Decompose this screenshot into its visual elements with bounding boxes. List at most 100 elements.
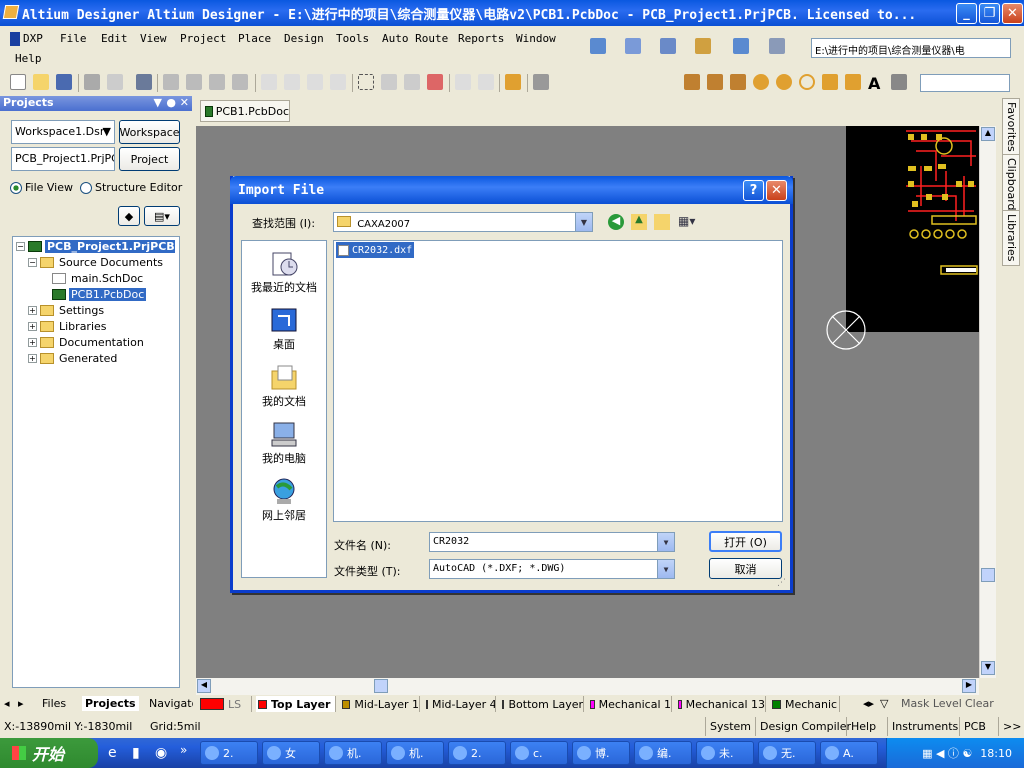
menu-design[interactable]: Design [284, 32, 324, 45]
interactive-route-icon[interactable] [590, 38, 606, 54]
deselect-icon[interactable] [404, 74, 420, 90]
undo-icon[interactable] [455, 74, 471, 90]
quicklaunch-more-icon[interactable]: » [180, 743, 187, 757]
layers-icon[interactable] [136, 74, 152, 90]
hscroll-thumb[interactable] [374, 679, 388, 693]
via-icon[interactable] [776, 74, 792, 90]
align-icon[interactable] [625, 38, 641, 54]
layer-tab[interactable]: Top Layer [256, 696, 336, 712]
fill-icon[interactable] [822, 74, 838, 90]
zoom-fit-icon[interactable] [163, 74, 179, 90]
taskbar-window-button[interactable]: 机. [324, 741, 382, 765]
layer-tab[interactable]: Mechanical 13 [676, 696, 766, 712]
scroll-right-icon[interactable]: ▶ [962, 679, 976, 693]
differential-pair-icon[interactable] [730, 74, 746, 90]
place-network[interactable]: 网上邻居 [242, 477, 326, 523]
rubber-stamp-icon[interactable] [330, 74, 346, 90]
print-icon[interactable] [84, 74, 100, 90]
cross-probe-icon[interactable] [505, 74, 521, 90]
scroll-up-icon[interactable]: ▲ [981, 127, 995, 141]
panel-close-icon[interactable]: ✕ [180, 96, 189, 109]
dialog-close-button[interactable]: ✕ [766, 180, 787, 201]
layer-tab[interactable]: LS [198, 696, 252, 712]
expand-icon[interactable]: + [28, 337, 37, 347]
taskbar-window-button[interactable]: 机. [386, 741, 444, 765]
tree-item[interactable]: + Libraries [28, 318, 109, 334]
pin-icon[interactable]: ● [166, 96, 176, 109]
media-quicklaunch-icon[interactable]: ◉ [155, 745, 167, 761]
expand-icon[interactable]: + [28, 305, 37, 315]
status-instruments-button[interactable]: Instruments [887, 717, 962, 736]
resize-grip-icon[interactable]: ⋰ [777, 578, 786, 588]
redo-icon[interactable] [478, 74, 494, 90]
open-button[interactable]: 打开 (O) [709, 531, 782, 552]
project-combo[interactable]: PCB_Project1.PrjPCB [11, 147, 115, 171]
mask-level-button[interactable]: Mask Level [901, 697, 962, 710]
route-icon[interactable] [684, 74, 700, 90]
status-system-button[interactable]: System [705, 717, 755, 736]
start-button[interactable]: 开始 [0, 738, 98, 768]
taskbar-window-button[interactable]: 博. [572, 741, 630, 765]
tree-item[interactable]: + Generated [28, 350, 119, 366]
menu-help[interactable]: Help [15, 52, 42, 65]
taskbar-window-button[interactable]: c. [510, 741, 568, 765]
close-button[interactable]: ✕ [1002, 3, 1023, 24]
copy-icon[interactable] [284, 74, 300, 90]
zoom-area-icon[interactable] [186, 74, 202, 90]
menu-edit[interactable]: Edit [101, 32, 128, 45]
tab-clipboard[interactable]: Clipboard [1002, 154, 1020, 215]
menu-auto-route[interactable]: Auto Route [382, 32, 448, 45]
toolbar-combo[interactable] [920, 74, 1010, 92]
taskbar-window-button[interactable]: 编. [634, 741, 692, 765]
room-icon[interactable] [733, 38, 749, 54]
file-view-radio[interactable]: File View [10, 181, 73, 194]
horizontal-scrollbar[interactable]: ◀ ▶ [196, 678, 979, 695]
tree-item[interactable]: + Settings [28, 302, 106, 318]
menu-project[interactable]: Project [180, 32, 226, 45]
status-more-button[interactable]: >> [998, 717, 1024, 736]
menu-view[interactable]: View [140, 32, 167, 45]
open-icon[interactable] [33, 74, 49, 90]
tab-files[interactable]: Files [42, 697, 66, 710]
print-preview-icon[interactable] [107, 74, 123, 90]
status-design-compiler-button[interactable]: Design Compiler [755, 717, 855, 736]
expand-icon[interactable]: + [28, 321, 37, 331]
layer-tab[interactable]: Bottom Layer [500, 696, 584, 712]
component-icon[interactable] [891, 74, 907, 90]
tray-icons[interactable]: ▦ ◀ ⓘ ☯ [922, 745, 972, 761]
menu-window[interactable]: Window [516, 32, 556, 45]
status-help-button[interactable]: Help [846, 717, 880, 736]
place-desktop[interactable]: 桌面 [242, 306, 326, 352]
workspace-button[interactable]: Workspace [119, 120, 180, 144]
tab-scroll-right-icon[interactable]: ▸ [18, 697, 24, 710]
route-multiple-icon[interactable] [707, 74, 723, 90]
scroll-thumb[interactable] [981, 568, 995, 582]
file-type-select[interactable]: AutoCAD (*.DXF; *.DWG) ▼ [429, 559, 675, 579]
tab-pcb1-pcbdoc[interactable]: PCB1.PcbDoc [200, 100, 290, 122]
desktop-quicklaunch-icon[interactable]: ▮ [132, 745, 140, 761]
menu-file[interactable]: File [60, 32, 87, 45]
structure-editor-radio[interactable]: Structure Editor [80, 181, 182, 194]
menu-tools[interactable]: Tools [336, 32, 369, 45]
menu-reports[interactable]: Reports [458, 32, 504, 45]
new-icon[interactable] [10, 74, 26, 90]
tree-item[interactable]: main.SchDoc [40, 270, 145, 286]
grid-icon[interactable] [769, 38, 785, 54]
expand-icon[interactable]: + [28, 353, 37, 363]
browse-components-icon[interactable] [533, 74, 549, 90]
tab-projects[interactable]: Projects [82, 696, 139, 711]
place-my-computer[interactable]: 我的电脑 [242, 420, 326, 466]
file-name-input[interactable]: CR2032 ▼ [429, 532, 675, 552]
cancel-button[interactable]: 取消 [709, 558, 782, 579]
place-my-documents[interactable]: 我的文档 [242, 363, 326, 409]
taskbar-window-button[interactable]: 2. [448, 741, 506, 765]
move-icon[interactable] [381, 74, 397, 90]
paste-icon[interactable] [307, 74, 323, 90]
zoom-filter-icon[interactable] [232, 74, 248, 90]
collapse-icon[interactable]: − [28, 257, 37, 267]
tab-libraries[interactable]: Libraries [1002, 210, 1020, 266]
panel-menu-icon[interactable]: ▼ [154, 96, 162, 109]
status-pcb-button[interactable]: PCB [959, 717, 990, 736]
file-item-cr2032-dxf[interactable]: CR2032.dxf [336, 242, 414, 258]
layer-tab[interactable]: Mechanical 1 [588, 696, 672, 712]
